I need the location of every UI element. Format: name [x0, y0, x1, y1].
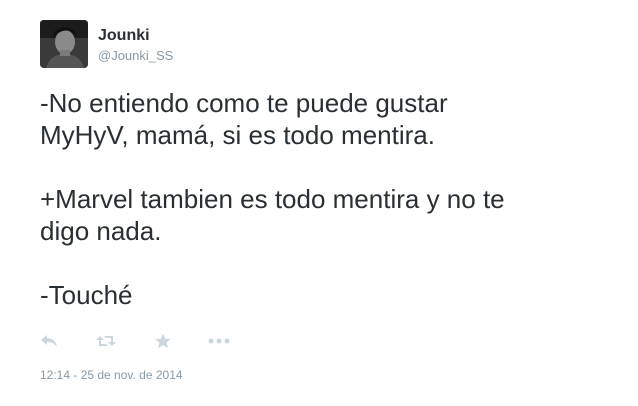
user-avatar-icon	[40, 20, 88, 68]
retweet-button[interactable]	[96, 331, 116, 351]
more-icon	[208, 338, 230, 344]
tweet-card: Jounki @Jounki_SS -No entiendo como te p…	[0, 0, 638, 406]
tweet-text: -No entiendo como te puede gustar MyHyV,…	[40, 87, 600, 311]
more-button[interactable]	[208, 331, 230, 351]
reply-icon	[41, 335, 57, 347]
avatar[interactable]	[40, 20, 88, 68]
tweet-paragraph: -No entiendo como te puede gustar MyHyV,…	[40, 88, 448, 150]
tweet-paragraph: -Touché	[40, 280, 133, 310]
tweet-timestamp[interactable]: 12:14 - 25 de nov. de 2014	[40, 368, 183, 382]
tweet-actions	[40, 331, 260, 351]
retweet-icon	[96, 336, 116, 346]
star-icon	[155, 333, 171, 348]
tweet-paragraph: +Marvel tambien es todo mentira y no te …	[40, 184, 505, 246]
favorite-button[interactable]	[154, 331, 172, 351]
user-handle[interactable]: @Jounki_SS	[98, 48, 173, 64]
display-name[interactable]: Jounki	[98, 27, 150, 45]
reply-button[interactable]	[40, 331, 58, 351]
